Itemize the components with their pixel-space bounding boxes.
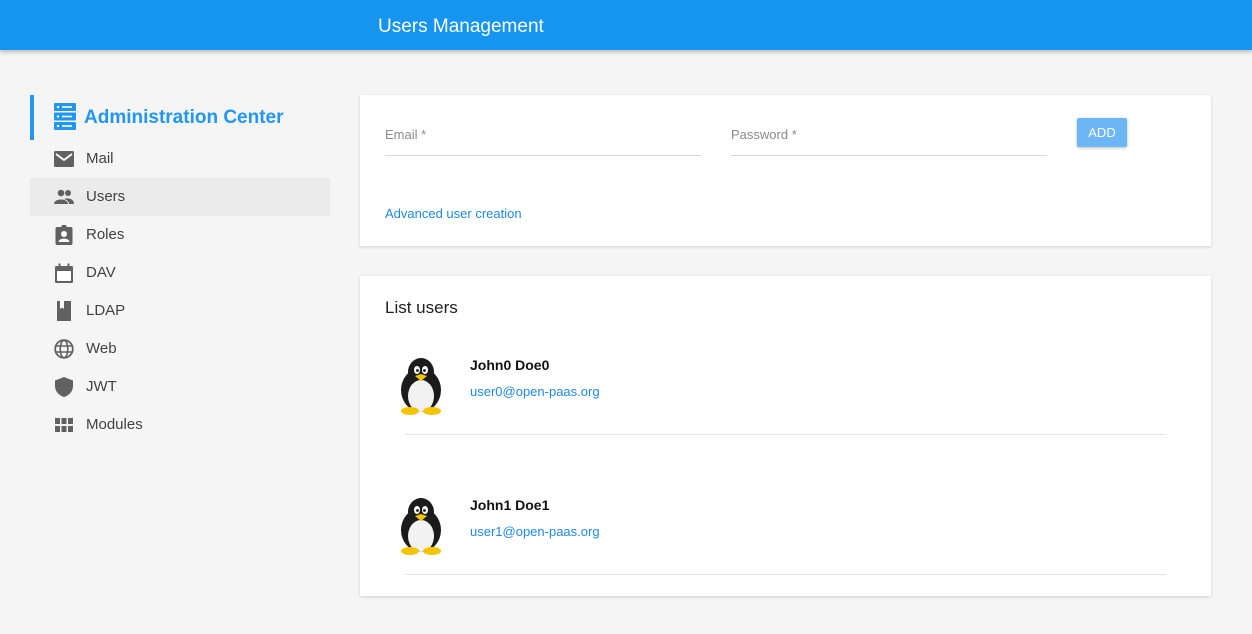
sidebar-item-label: Roles — [86, 226, 125, 243]
sidebar-item-label: Mail — [86, 150, 114, 167]
app-header: Users Management — [0, 0, 1252, 50]
page-title: Users Management — [378, 16, 544, 37]
list-item[interactable]: John1 Doe1 user1@open-paas.org — [385, 494, 1185, 634]
sidebar-item-label: DAV — [86, 264, 116, 281]
user-name: John0 Doe0 — [470, 357, 550, 373]
password-field[interactable] — [731, 125, 1047, 156]
users-icon — [54, 189, 74, 204]
users-list-card: List users John0 Doe0 user0@open-paas.or… — [360, 276, 1211, 596]
shield-icon — [55, 377, 73, 397]
user-name: John1 Doe1 — [470, 497, 550, 513]
book-icon — [57, 301, 71, 321]
divider — [405, 574, 1166, 575]
calendar-icon — [55, 263, 73, 283]
sidebar-item-jwt[interactable]: JWT — [30, 368, 330, 406]
badge-icon — [55, 225, 73, 245]
sidebar-item-roles[interactable]: Roles — [30, 216, 330, 254]
advanced-user-creation-link[interactable]: Advanced user creation — [385, 206, 522, 221]
add-user-card: ADD Advanced user creation — [360, 95, 1211, 246]
list-item[interactable]: John0 Doe0 user0@open-paas.org — [385, 354, 1185, 494]
email-input[interactable] — [385, 125, 701, 143]
server-icon — [54, 103, 76, 130]
brand-title: Administration Center — [84, 107, 284, 128]
penguin-avatar — [401, 498, 441, 555]
user-email-link[interactable]: user0@open-paas.org — [470, 384, 600, 399]
mail-icon — [54, 151, 74, 167]
sidebar-item-ldap[interactable]: LDAP — [30, 292, 330, 330]
sidebar-item-web[interactable]: Web — [30, 330, 330, 368]
sidebar-item-modules[interactable]: Modules — [30, 406, 330, 444]
grid-icon — [55, 418, 73, 432]
user-email-link[interactable]: user1@open-paas.org — [470, 524, 600, 539]
add-user-button[interactable]: ADD — [1077, 118, 1127, 147]
sidebar-item-mail[interactable]: Mail — [30, 140, 330, 178]
sidebar-item-label: Users — [86, 188, 126, 205]
list-title: List users — [385, 298, 458, 317]
sidebar-item-label: LDAP — [86, 302, 126, 319]
password-input[interactable] — [731, 125, 1047, 143]
sidebar-item-label: Web — [86, 340, 117, 357]
globe-icon — [54, 339, 74, 359]
sidebar-item-users[interactable]: Users — [30, 178, 330, 216]
sidebar-brand[interactable]: Administration Center — [30, 95, 330, 140]
divider — [405, 434, 1166, 435]
email-field[interactable] — [385, 125, 701, 156]
sidebar-item-label: JWT — [86, 378, 117, 395]
sidebar-item-label: Modules — [86, 416, 143, 433]
penguin-avatar — [401, 358, 441, 415]
sidebar-item-dav[interactable]: DAV — [30, 254, 330, 292]
sidebar: Administration Center Mail Users Roles D… — [30, 95, 330, 444]
